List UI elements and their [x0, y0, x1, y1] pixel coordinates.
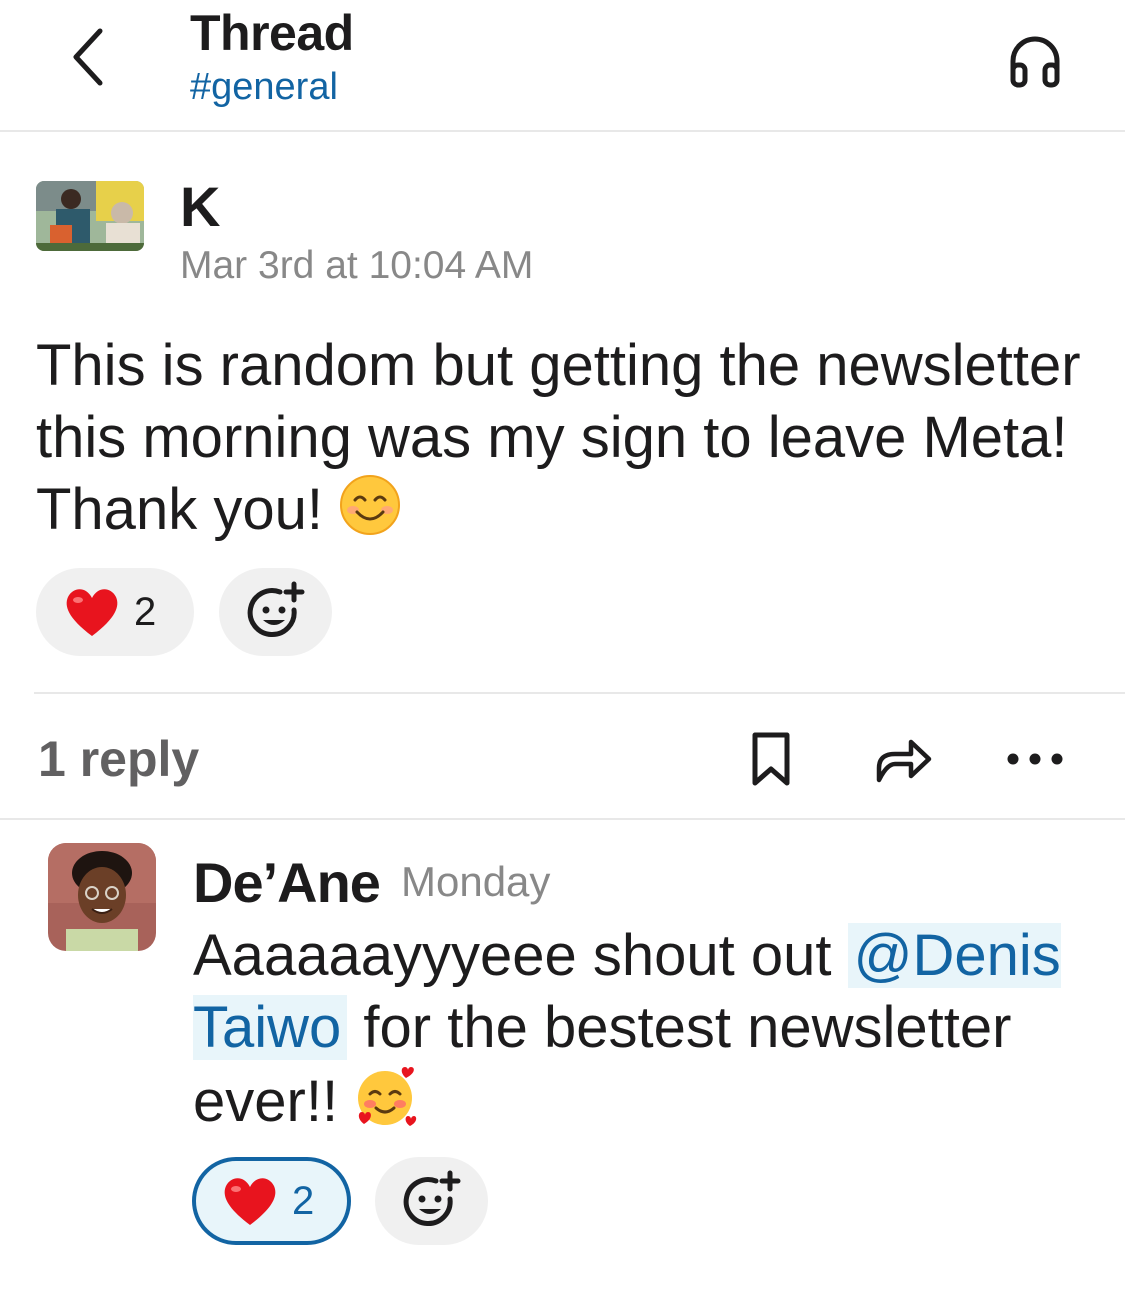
avatar[interactable]	[48, 843, 156, 951]
reaction-count: 2	[292, 1178, 315, 1223]
divider	[0, 818, 1125, 820]
red-heart-icon	[66, 589, 118, 636]
more-icon	[1007, 753, 1063, 765]
add-reaction-button[interactable]	[219, 568, 332, 656]
bookmark-icon	[752, 732, 790, 786]
message-text-content: This is random but getting the newslette…	[36, 333, 1081, 542]
thread-header: Thread #general	[0, 0, 1125, 132]
reply-text: Aaaaaayyyeee shout out @Denis Taiwo for …	[193, 920, 1093, 1147]
smiling-face-with-hearts-icon	[354, 1064, 420, 1147]
message-text: This is random but getting the newslette…	[36, 330, 1096, 553]
huddle-button[interactable]	[1000, 26, 1070, 96]
add-reaction-icon	[403, 1170, 460, 1227]
headphones-icon	[1010, 36, 1060, 88]
reaction-heart[interactable]: 2	[192, 1157, 351, 1245]
avatar[interactable]	[36, 181, 144, 251]
reply-text-before: Aaaaaayyyeee shout out	[193, 923, 848, 988]
red-heart-icon	[224, 1178, 276, 1225]
reply-author[interactable]: De’Ane	[193, 850, 381, 915]
reaction-heart[interactable]: 2	[36, 568, 194, 656]
message-timestamp: Mar 3rd at 10:04 AM	[180, 244, 534, 287]
add-reaction-button[interactable]	[375, 1157, 488, 1245]
save-button[interactable]	[736, 724, 806, 794]
add-reaction-icon	[247, 581, 304, 638]
more-actions-button[interactable]	[1000, 724, 1070, 794]
page-title: Thread	[190, 5, 354, 61]
reaction-count: 2	[134, 589, 157, 634]
smiling-face-icon	[339, 474, 401, 553]
message-author[interactable]: K	[180, 174, 220, 239]
chevron-left-icon	[73, 28, 103, 86]
back-button[interactable]	[58, 22, 118, 92]
reply-timestamp: Monday	[401, 858, 551, 905]
share-button[interactable]	[868, 724, 938, 794]
share-icon	[876, 739, 932, 783]
channel-name[interactable]: #general	[190, 66, 338, 109]
reply-count: 1 reply	[38, 731, 200, 787]
divider	[34, 692, 1125, 694]
